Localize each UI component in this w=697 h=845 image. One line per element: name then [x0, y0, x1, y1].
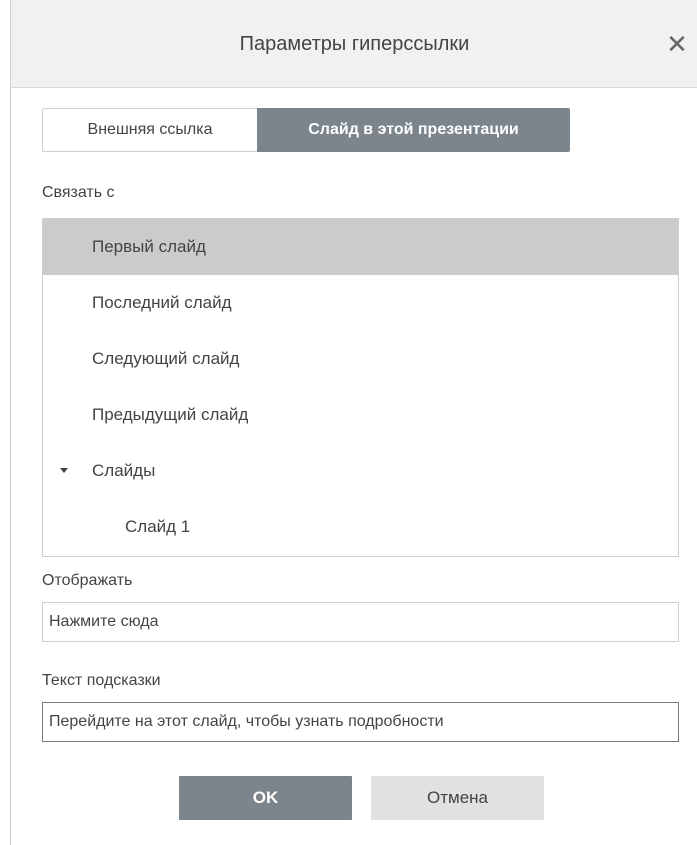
tree-item-label: Слайд 1 [125, 517, 191, 536]
tooltip-text-input[interactable] [42, 702, 679, 742]
tree-item-label: Последний слайд [92, 293, 232, 312]
tree-item-label: Слайды [92, 461, 156, 480]
hyperlink-settings-dialog: Параметры гиперссылки ✕ Внешняя ссылка С… [10, 0, 697, 845]
display-label: Отображать [42, 572, 133, 589]
tab-external-link[interactable]: Внешняя ссылка [42, 108, 257, 152]
tree-item-slide-1[interactable]: Слайд 1 [43, 499, 678, 555]
tree-item-label: Предыдущий слайд [92, 405, 249, 424]
dialog-title: Параметры гиперссылки [239, 33, 470, 55]
tab-slide-in-presentation[interactable]: Слайд в этой презентации [257, 108, 570, 152]
cancel-button[interactable]: Отмена [371, 776, 544, 820]
tree-item-next-slide[interactable]: Следующий слайд [43, 331, 678, 387]
close-icon[interactable]: ✕ [659, 26, 695, 62]
tree-item-first-slide[interactable]: Первый слайд [43, 219, 678, 275]
tree-item-slides[interactable]: Слайды [43, 443, 678, 499]
link-to-label: Связать с [42, 184, 115, 201]
caret-down-icon[interactable] [60, 468, 68, 473]
tree-item-label: Следующий слайд [92, 349, 240, 368]
slide-tree: Первый слайд Последний слайд Следующий с… [42, 218, 679, 557]
tree-item-label: Первый слайд [92, 237, 206, 256]
tree-item-previous-slide[interactable]: Предыдущий слайд [43, 387, 678, 443]
link-type-tabs: Внешняя ссылка Слайд в этой презентации [42, 108, 570, 152]
dialog-titlebar: Параметры гиперссылки ✕ [11, 0, 697, 88]
ok-button[interactable]: OK [179, 776, 352, 820]
tooltip-label: Текст подсказки [42, 672, 161, 689]
display-text-input[interactable] [42, 602, 679, 642]
tree-item-last-slide[interactable]: Последний слайд [43, 275, 678, 331]
